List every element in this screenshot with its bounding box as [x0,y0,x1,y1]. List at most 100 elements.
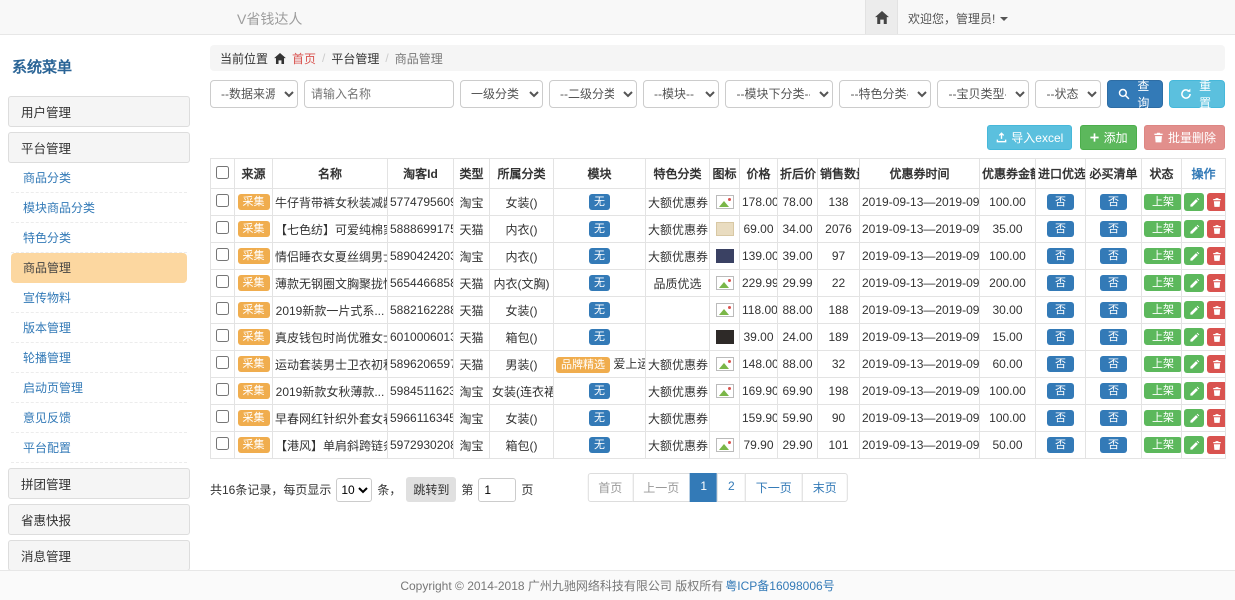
status-select[interactable]: --状态-- [1035,80,1101,108]
pager-button[interactable]: 下一页 [745,473,803,502]
delete-button[interactable] [1207,355,1226,373]
sidebar-item-group[interactable]: 拼团管理 [8,468,190,499]
sidebar-item-group[interactable]: 消息管理 [8,540,190,570]
edit-button[interactable] [1184,301,1204,319]
row-checkbox[interactable] [216,356,229,369]
delete-button[interactable] [1207,382,1226,400]
row-checkbox[interactable] [216,383,229,396]
sidebar-item-link[interactable]: 轮播管理 [11,343,187,373]
status-badge[interactable]: 上架 [1144,437,1182,453]
import-select-badge[interactable]: 否 [1047,302,1074,318]
status-badge[interactable]: 上架 [1144,410,1182,426]
icp-link[interactable]: 粤ICP备16098006号 [725,577,834,594]
edit-button[interactable] [1184,274,1204,292]
sidebar-item-link[interactable]: 宣传物料 [11,283,187,313]
import-excel-button[interactable]: 导入excel [987,125,1072,150]
sidebar-item-link[interactable]: 平台配置 [11,433,187,463]
row-checkbox[interactable] [216,221,229,234]
sidebar-item-link[interactable]: 模块商品分类 [11,193,187,223]
row-checkbox[interactable] [216,302,229,315]
must-buy-badge[interactable]: 否 [1100,194,1127,210]
status-badge[interactable]: 上架 [1144,275,1182,291]
home-button[interactable] [865,0,898,34]
jump-button[interactable]: 跳转到 [406,477,456,502]
delete-button[interactable] [1207,247,1226,265]
jump-page-input[interactable] [478,478,516,502]
must-buy-badge[interactable]: 否 [1100,248,1127,264]
sidebar-item-link[interactable]: 版本管理 [11,313,187,343]
edit-button[interactable] [1184,220,1204,238]
must-buy-badge[interactable]: 否 [1100,410,1127,426]
import-select-badge[interactable]: 否 [1047,356,1074,372]
level2-category-select[interactable]: --二级分类-- [549,80,637,108]
delete-button[interactable] [1207,436,1226,454]
item-type-select[interactable]: --宝贝类型-- [937,80,1029,108]
pager-button[interactable]: 2 [717,473,746,502]
feature-category-select[interactable]: --特色分类-- [839,80,931,108]
reset-button[interactable]: 重置 [1169,80,1225,108]
row-checkbox[interactable] [216,194,229,207]
sidebar-item-group[interactable]: 平台管理 [8,132,190,163]
row-checkbox[interactable] [216,410,229,423]
per-page-select[interactable]: 10 [336,478,372,502]
sidebar-item-link[interactable]: 启动页管理 [11,373,187,403]
must-buy-badge[interactable]: 否 [1100,437,1127,453]
edit-button[interactable] [1184,436,1204,454]
row-checkbox[interactable] [216,329,229,342]
import-select-badge[interactable]: 否 [1047,437,1074,453]
breadcrumb-home-link[interactable]: 首页 [292,50,316,67]
search-button[interactable]: 查询 [1107,80,1163,108]
add-button[interactable]: 添加 [1080,125,1137,150]
import-select-badge[interactable]: 否 [1047,329,1074,345]
status-badge[interactable]: 上架 [1144,248,1182,264]
edit-button[interactable] [1184,409,1204,427]
delete-button[interactable] [1207,274,1226,292]
batch-delete-button[interactable]: 批量删除 [1144,125,1225,150]
status-badge[interactable]: 上架 [1144,194,1182,210]
sidebar-item-group[interactable]: 用户管理 [8,96,190,127]
delete-button[interactable] [1207,409,1226,427]
pager-page-current[interactable]: 1 [689,473,718,502]
must-buy-badge[interactable]: 否 [1100,275,1127,291]
import-select-badge[interactable]: 否 [1047,275,1074,291]
sidebar-item-link[interactable]: 特色分类 [11,223,187,253]
status-badge[interactable]: 上架 [1144,302,1182,318]
must-buy-badge[interactable]: 否 [1100,356,1127,372]
sidebar-item-group[interactable]: 省惠快报 [8,504,190,535]
import-select-badge[interactable]: 否 [1047,221,1074,237]
sidebar-item-link[interactable]: 商品分类 [11,163,187,193]
row-checkbox[interactable] [216,437,229,450]
sidebar-item-link[interactable]: 商品管理 [11,253,187,283]
must-buy-badge[interactable]: 否 [1100,329,1127,345]
sidebar-item-link[interactable]: 意见反馈 [11,403,187,433]
status-badge[interactable]: 上架 [1144,221,1182,237]
row-checkbox[interactable] [216,275,229,288]
status-badge[interactable]: 上架 [1144,356,1182,372]
edit-button[interactable] [1184,328,1204,346]
delete-button[interactable] [1207,220,1226,238]
module-subcategory-select[interactable]: --模块下分类-- [725,80,833,108]
edit-button[interactable] [1184,382,1204,400]
user-menu[interactable]: 欢迎您，管理员! [908,10,1008,27]
edit-button[interactable] [1184,247,1204,265]
must-buy-badge[interactable]: 否 [1100,302,1127,318]
delete-button[interactable] [1207,301,1226,319]
must-buy-badge[interactable]: 否 [1100,383,1127,399]
level1-category-select[interactable]: 一级分类 [460,80,543,108]
module-select[interactable]: --模块-- [643,80,719,108]
pager-button[interactable]: 首页 [587,473,633,502]
import-select-badge[interactable]: 否 [1047,194,1074,210]
delete-button[interactable] [1207,193,1226,211]
import-select-badge[interactable]: 否 [1047,383,1074,399]
name-input[interactable] [304,80,454,108]
import-select-badge[interactable]: 否 [1047,410,1074,426]
delete-button[interactable] [1207,328,1226,346]
select-all-checkbox[interactable] [216,166,229,179]
row-checkbox[interactable] [216,248,229,261]
status-badge[interactable]: 上架 [1144,329,1182,345]
must-buy-badge[interactable]: 否 [1100,221,1127,237]
pager-button[interactable]: 上一页 [632,473,690,502]
status-badge[interactable]: 上架 [1144,383,1182,399]
edit-button[interactable] [1184,193,1204,211]
data-source-select[interactable]: --数据来源-- [210,80,298,108]
